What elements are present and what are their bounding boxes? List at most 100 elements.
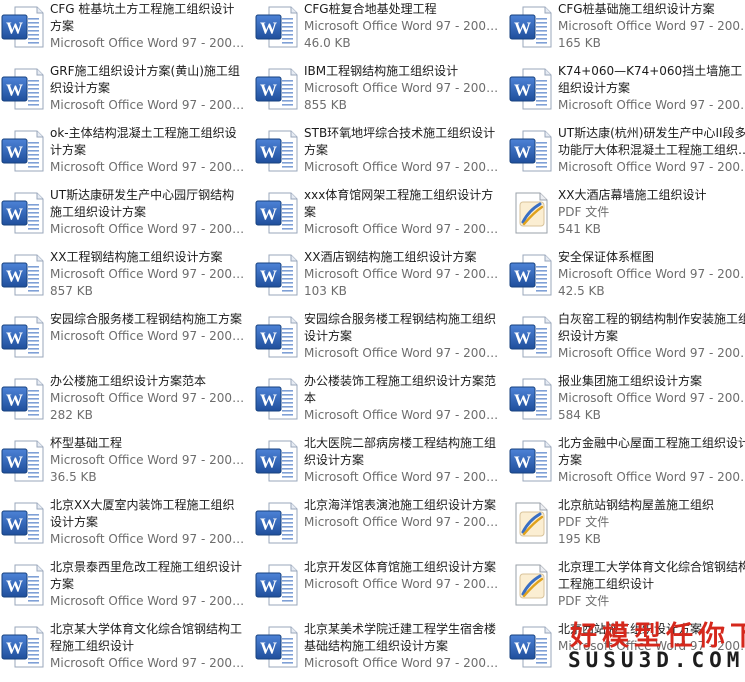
- file-item[interactable]: W XX工程钢结构施工组织设计方案 Microsoft Office Word 97…: [0, 248, 250, 310]
- file-item[interactable]: W 北方金融中心屋面工程施工组织设计方案 Microsoft Office Word…: [508, 434, 745, 496]
- file-name: 安全保证体系框图: [558, 250, 655, 264]
- word-icon: W: [1, 191, 45, 235]
- word-icon: W: [255, 5, 299, 49]
- file-item[interactable]: W XX酒店钢结构施工组织设计方案 Microsoft Office Word 97…: [254, 248, 504, 310]
- file-item[interactable]: W 北京开发区体育馆施工组织设计方案 Microsoft Office Word 9…: [254, 558, 504, 620]
- file-name: CFG桩基础施工组织设计方案: [558, 2, 715, 16]
- file-name: 北京开发区体育馆施工组织设计方案: [304, 560, 497, 574]
- file-details: 北京景泰西里危改工程施工组织设计方案 Microsoft Office Word …: [50, 559, 246, 610]
- file-type: Microsoft Office Word 97 - 2003 文档: [558, 19, 745, 33]
- file-details: UT斯达康研发生产中心园厅钢结构施工组织设计方案 Microsoft Office…: [50, 187, 246, 238]
- file-item[interactable]: W 杯型基础工程 Microsoft Office Word 97 - 2003 文…: [0, 434, 250, 496]
- file-item[interactable]: Wxxx体育馆网架工程施工组织设计方案 Microsoft Office Word…: [254, 186, 504, 248]
- file-item[interactable]: W 报业集团施工组织设计方案 Microsoft Office Word 97 - …: [508, 372, 745, 434]
- file-details: 北方金融中心屋面工程施工组织设计方案 Microsoft Office Word …: [558, 435, 745, 486]
- file-details: 白灰窑工程的钢结构制作安装施工组织设计方案 Microsoft Office Wo…: [558, 311, 745, 362]
- svg-text:W: W: [260, 391, 277, 410]
- svg-text:W: W: [6, 577, 23, 596]
- file-type: Microsoft Office Word 97 - 2003 文档: [50, 656, 246, 670]
- file-size: 46.0 KB: [304, 36, 351, 50]
- file-details: XX大酒店幕墙施工组织设计 PDF 文件 541 KB: [558, 187, 745, 238]
- file-item[interactable]: W 北京某大学体育文化综合馆钢结构工程施工组织设计 Microsoft Office…: [0, 620, 250, 682]
- file-item[interactable]: 北京理工大学体育文化综合馆钢结构工程施工组织设计 PDF 文件: [508, 558, 745, 620]
- word-icon: W: [509, 439, 553, 483]
- file-size: 36.5 KB: [50, 470, 97, 484]
- file-details: GRF施工组织设计方案(黄山)施工组织设计方案 Microsoft Office …: [50, 63, 246, 114]
- word-icon: W: [255, 377, 299, 421]
- file-details: 办公楼装饰工程施工组织设计方案范本 Microsoft Office Word 9…: [304, 373, 500, 424]
- file-type: Microsoft Office Word 97 - 2003 文档: [558, 391, 745, 405]
- file-name: STB环氧地坪综合技术施工组织设计方案: [304, 126, 496, 157]
- file-item[interactable]: W 安园综合服务楼工程钢结构施工组织设计方案 Microsoft Office Wo…: [254, 310, 504, 372]
- word-icon: W: [509, 67, 553, 111]
- svg-text:W: W: [6, 267, 23, 286]
- file-name: 办公楼装饰工程施工组织设计方案范本: [304, 374, 497, 405]
- word-icon: W: [509, 253, 553, 297]
- file-item[interactable]: W 北京景泰西里危改工程施工组织设计方案 Microsoft Office Word…: [0, 558, 250, 620]
- file-size: 103 KB: [304, 284, 347, 298]
- file-item[interactable]: W 北京海洋馆表演池施工组织设计方案 Microsoft Office Word 9…: [254, 496, 504, 558]
- file-item[interactable]: W GRF施工组织设计方案(黄山)施工组织设计方案 Microsoft Office…: [0, 62, 250, 124]
- file-type: Microsoft Office Word 97 - 2003 文档: [304, 656, 500, 670]
- svg-text:W: W: [6, 81, 23, 100]
- file-type: Microsoft Office Word 97 - 2003 文档: [304, 267, 500, 281]
- file-item[interactable]: W CFG桩基础施工组织设计方案 Microsoft Office Word 97 …: [508, 0, 745, 62]
- file-name: 办公楼施工组织设计方案范本: [50, 374, 207, 388]
- file-type: Microsoft Office Word 97 - 2003 文档: [50, 391, 246, 405]
- word-icon: W: [1, 5, 45, 49]
- svg-text:W: W: [260, 515, 277, 534]
- file-name: UT斯达康(杭州)研发生产中心II段多功能厅大体积混凝土工程施工组织设计方案: [558, 126, 745, 157]
- file-type: Microsoft Office Word 97 - 2003 文档: [558, 98, 745, 112]
- file-details: CFG桩复合地基处理工程 Microsoft Office Word 97 - 2…: [304, 1, 500, 52]
- file-name: 白灰窑工程的钢结构制作安装施工组织设计方案: [558, 312, 745, 343]
- svg-text:W: W: [514, 19, 531, 38]
- file-item[interactable]: XX大酒店幕墙施工组织设计 PDF 文件 541 KB: [508, 186, 745, 248]
- file-item[interactable]: W IBM工程钢结构施工组织设计 Microsoft Office Word 97 …: [254, 62, 504, 124]
- file-details: XX酒店钢结构施工组织设计方案 Microsoft Office Word 97 …: [304, 249, 500, 300]
- svg-text:W: W: [260, 453, 277, 472]
- file-item[interactable]: W 北京西站施工组织设计方案 Microsoft Office Word 97 - …: [508, 620, 745, 682]
- file-item[interactable]: W 北京XX大厦室内装饰工程施工组织设计方案 Microsoft Office Wo…: [0, 496, 250, 558]
- file-item[interactable]: W 办公楼施工组织设计方案范本 Microsoft Office Word 97 -…: [0, 372, 250, 434]
- svg-text:W: W: [6, 453, 23, 472]
- svg-text:W: W: [6, 205, 23, 224]
- file-item[interactable]: Wok-主体结构混凝土工程施工组织设计方案 Microsoft Office Wo…: [0, 124, 250, 186]
- file-type: Microsoft Office Word 97 - 2003 文档: [558, 470, 745, 484]
- file-name: 北京理工大学体育文化综合馆钢结构工程施工组织设计: [558, 560, 745, 591]
- file-name: 北京XX大厦室内装饰工程施工组织设计方案: [50, 498, 235, 529]
- file-item[interactable]: W K74+060—K74+060挡土墙施工组织设计方案 Microsoft Off…: [508, 62, 745, 124]
- file-item[interactable]: W 北京某美术学院迁建工程学生宿舍楼基础结构施工组织设计方案 Microsoft O…: [254, 620, 504, 682]
- file-name: CFG 桩基坑土方工程施工组织设计方案: [50, 2, 235, 33]
- svg-text:W: W: [6, 515, 23, 534]
- pdf-icon: [509, 563, 553, 607]
- file-item[interactable]: 北京航站钢结构屋盖施工组织 PDF 文件 195 KB: [508, 496, 745, 558]
- file-size: 42.5 KB: [558, 284, 605, 298]
- file-name: 北京海洋馆表演池施工组织设计方案: [304, 498, 497, 512]
- file-item[interactable]: W 安全保证体系框图 Microsoft Office Word 97 - 2003…: [508, 248, 745, 310]
- file-type: Microsoft Office Word 97 - 2003 文档: [558, 160, 745, 174]
- word-icon: W: [1, 67, 45, 111]
- svg-text:W: W: [6, 639, 23, 658]
- pdf-icon: [509, 501, 553, 545]
- svg-text:W: W: [514, 639, 531, 658]
- file-item[interactable]: W UT斯达康研发生产中心园厅钢结构施工组织设计方案 Microsoft Offic…: [0, 186, 250, 248]
- file-item[interactable]: W CFG 桩基坑土方工程施工组织设计方案 Microsoft Office Wor…: [0, 0, 250, 62]
- file-item[interactable]: W 白灰窑工程的钢结构制作安装施工组织设计方案 Microsoft Office W…: [508, 310, 745, 372]
- file-details: CFG 桩基坑土方工程施工组织设计方案 Microsoft Office Word…: [50, 1, 246, 52]
- file-item[interactable]: W CFG桩复合地基处理工程 Microsoft Office Word 97 - …: [254, 0, 504, 62]
- file-details: 北京某美术学院迁建工程学生宿舍楼基础结构施工组织设计方案 Microsoft Of…: [304, 621, 500, 672]
- file-size: 282 KB: [50, 408, 93, 422]
- file-type: Microsoft Office Word 97 - 2003 文档: [50, 267, 246, 281]
- file-item[interactable]: W STB环氧地坪综合技术施工组织设计方案 Microsoft Office Wor…: [254, 124, 504, 186]
- file-item[interactable]: W 北大医院二部病房楼工程结构施工组织设计方案 Microsoft Office W…: [254, 434, 504, 496]
- file-name: XX工程钢结构施工组织设计方案: [50, 250, 223, 264]
- word-icon: W: [1, 439, 45, 483]
- file-type: PDF 文件: [558, 594, 610, 608]
- file-item[interactable]: W UT斯达康(杭州)研发生产中心II段多功能厅大体积混凝土工程施工组织设计方案 M…: [508, 124, 745, 186]
- file-type: Microsoft Office Word 97 - 2003 文档: [304, 515, 500, 529]
- file-size: 165 KB: [558, 36, 601, 50]
- file-details: 北京西站施工组织设计方案 Microsoft Office Word 97 - 2…: [558, 621, 745, 655]
- file-item[interactable]: W 办公楼装饰工程施工组织设计方案范本 Microsoft Office Word …: [254, 372, 504, 434]
- svg-text:W: W: [514, 143, 531, 162]
- file-item[interactable]: W 安园综合服务楼工程钢结构施工方案 Microsoft Office Word 9…: [0, 310, 250, 372]
